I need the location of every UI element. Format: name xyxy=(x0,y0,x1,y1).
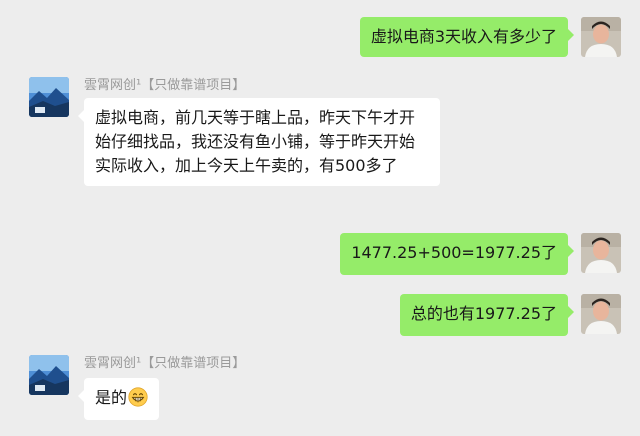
message-bubble-other[interactable]: 虚拟电商，前几天等于瞎上品，昨天下午才开始仔细找品，我还没有鱼小铺，等于昨天开始… xyxy=(78,98,440,186)
self-avatar-image xyxy=(581,17,621,57)
message-bubble-self[interactable]: 总的也有1977.25了 xyxy=(399,294,575,336)
self-avatar[interactable] xyxy=(581,17,621,57)
contact-avatar[interactable] xyxy=(29,77,69,117)
contact-avatar-image xyxy=(29,77,69,117)
contact-avatar[interactable] xyxy=(29,355,69,395)
self-avatar-image xyxy=(581,294,621,334)
grinning-face-icon xyxy=(128,387,148,407)
self-avatar[interactable] xyxy=(581,294,621,334)
self-avatar-image xyxy=(581,233,621,273)
message-bubble-self[interactable]: 1477.25+500=1977.25了 xyxy=(340,233,574,275)
self-avatar[interactable] xyxy=(581,233,621,273)
message-text: 是的 xyxy=(95,388,128,407)
contact-avatar-image xyxy=(29,355,69,395)
sender-name: 雲霄网创¹【只做靠谱项目】 xyxy=(84,78,246,93)
message-bubble-self[interactable]: 虚拟电商3天收入有多少了 xyxy=(359,17,575,57)
message-bubble-other[interactable]: 是的 xyxy=(77,378,160,420)
sender-name: 雲霄网创¹【只做靠谱项目】 xyxy=(84,356,246,371)
